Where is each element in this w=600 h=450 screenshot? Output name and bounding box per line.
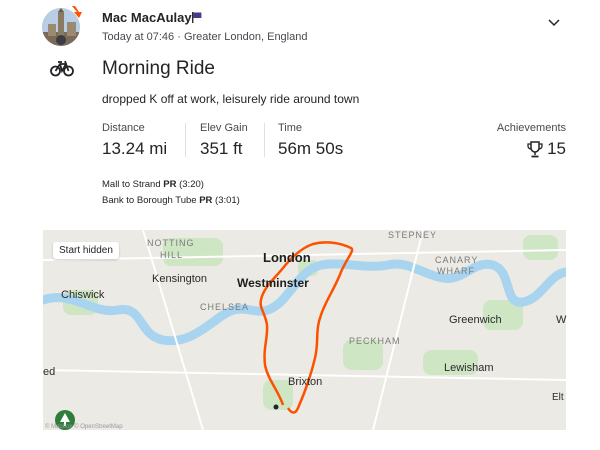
pr-badge: PR: [163, 179, 177, 190]
map-label: PECKHAM: [349, 336, 401, 346]
segment-time: (3:20): [179, 179, 204, 190]
segment-row[interactable]: Bank to Borough Tube PR (3:01): [102, 195, 240, 206]
stat-label: Distance: [102, 122, 145, 134]
segment-name: Bank to Borough Tube: [102, 195, 197, 206]
map-label: NOTTING: [147, 238, 195, 248]
activity-title[interactable]: Morning Ride: [102, 58, 215, 80]
map-label: London: [263, 250, 311, 265]
map-label: Elt: [552, 392, 564, 403]
divider: [264, 123, 265, 157]
chevron-down-icon[interactable]: [547, 16, 561, 30]
trophy-icon: [527, 140, 543, 157]
stat-value: 13.24 mi: [102, 139, 168, 158]
stat-label: Time: [278, 122, 303, 134]
stat-elevation: Elev Gain 351 ft: [200, 122, 248, 159]
map-label: CHELSEA: [200, 302, 250, 312]
map-label: ed: [43, 366, 56, 378]
map-label: STEPNEY: [388, 230, 438, 240]
route-end-marker: [273, 404, 279, 410]
athlete-name[interactable]: Mac MacAulay: [102, 10, 192, 25]
map-label: WHARF: [437, 266, 475, 276]
park-area: [523, 235, 558, 260]
activity-meta: Today at 07:46 · Greater London, England: [102, 31, 308, 43]
stat-value: 351 ft: [200, 139, 243, 158]
map-label: CANARY: [435, 255, 479, 265]
bike-icon: [50, 60, 74, 77]
map-attribution: © Mapbox © OpenStreetMap: [45, 424, 123, 430]
map-label: Chiswick: [61, 289, 105, 301]
stat-value: 56m 50s: [278, 139, 344, 158]
stat-distance: Distance 13.24 mi: [102, 122, 167, 159]
map-label: W: [556, 314, 567, 326]
divider: [185, 123, 186, 157]
segment-time: (3:01): [215, 195, 240, 206]
stat-value: 15: [547, 139, 566, 158]
map-label: Greenwich: [449, 314, 502, 326]
stat-label: Elev Gain: [200, 122, 248, 134]
map-label: HILL: [160, 250, 184, 260]
stat-time: Time 56m 50s: [278, 122, 343, 159]
map-label: Kensington: [152, 273, 208, 285]
segment-name: Mall to Strand: [102, 179, 161, 190]
map-label: Brixton: [288, 376, 323, 388]
stat-label: Achievements: [496, 122, 566, 134]
start-hidden-toggle[interactable]: Start hidden: [53, 242, 119, 259]
map-label: Lewisham: [444, 362, 494, 374]
activity-description: dropped K off at work, leisurely ride ar…: [102, 92, 360, 106]
strava-badge-icon: [72, 6, 82, 18]
flag-icon: [192, 12, 202, 23]
segment-row[interactable]: Mall to Strand PR (3:20): [102, 179, 204, 190]
map-label: Westminster: [237, 276, 309, 290]
stat-achievements[interactable]: Achievements 15: [497, 122, 566, 159]
pr-badge: PR: [199, 195, 213, 206]
